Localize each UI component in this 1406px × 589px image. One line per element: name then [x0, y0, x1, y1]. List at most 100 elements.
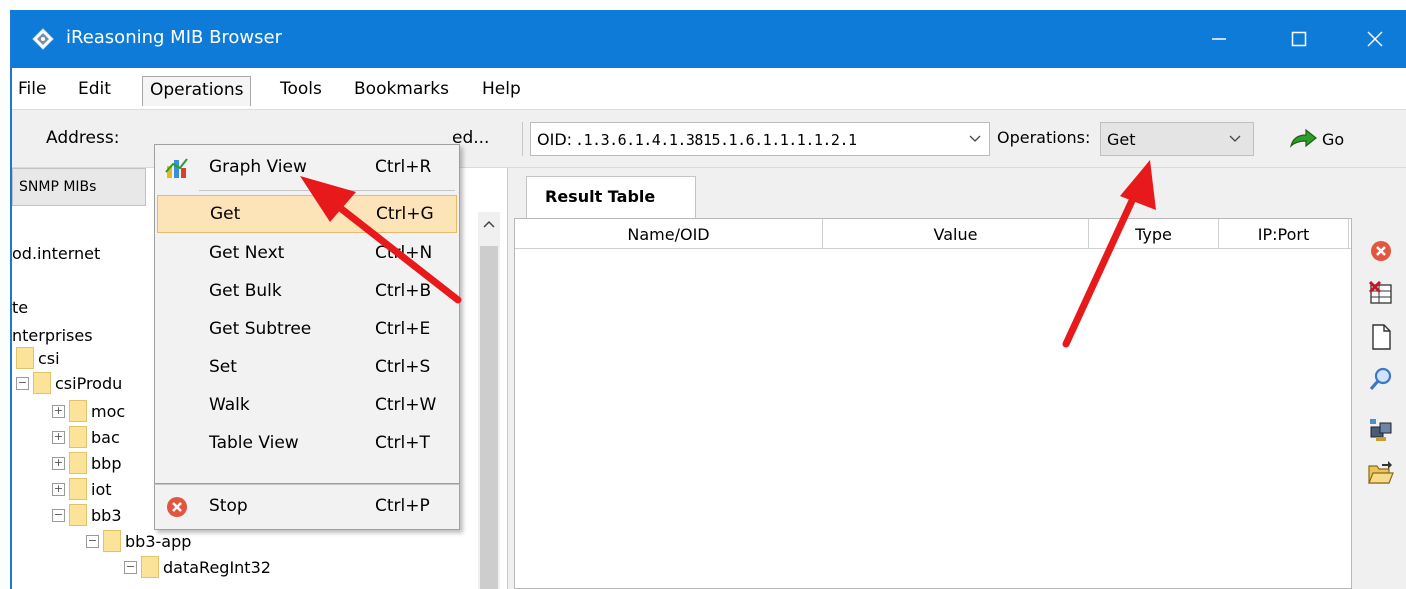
network-button[interactable] [1364, 414, 1398, 448]
delete-table-icon [1369, 281, 1392, 304]
menu-item-shortcut: Ctrl+R [375, 157, 432, 177]
tree-node[interactable]: te [12, 296, 28, 318]
expand-icon[interactable]: + [52, 482, 65, 496]
tree-node[interactable]: − bb3-app [86, 530, 191, 552]
oid-label: OID: [537, 130, 573, 149]
folder-icon [33, 372, 51, 394]
menu-item-shortcut: Ctrl+E [375, 319, 431, 339]
open-folder-icon [1368, 461, 1394, 484]
tree-node[interactable]: + bbp [52, 452, 121, 474]
menu-separator [199, 190, 455, 191]
tree-node[interactable]: − dataRegInt32 [124, 556, 271, 578]
tree-node[interactable]: nterprises [12, 324, 93, 346]
tree-node[interactable]: od.internet [12, 242, 100, 264]
operations-value: Get [1107, 130, 1136, 149]
operations-dropdown-menu: Graph View Ctrl+R Get Ctrl+G Get Next Ct… [154, 144, 460, 484]
open-button[interactable] [1364, 456, 1398, 490]
tree-node-label: bbp [91, 453, 122, 473]
address-label: Address: [46, 128, 120, 148]
clear-table-button[interactable] [1364, 276, 1398, 310]
menu-item-label: Get Subtree [209, 319, 312, 339]
menu-item-label: Get [210, 204, 241, 224]
expand-icon[interactable]: + [52, 404, 65, 418]
collapse-icon[interactable]: − [86, 534, 99, 548]
tab-result-table[interactable]: Result Table [526, 176, 696, 218]
column-header-value[interactable]: Value [823, 219, 1089, 249]
tree-node[interactable]: + iot [52, 478, 112, 500]
folder-icon [141, 556, 159, 578]
tree-node-label: dataRegInt32 [163, 557, 271, 577]
menu-item-label: Table View [209, 433, 299, 453]
find-button[interactable] [1364, 362, 1398, 396]
minimize-icon [1212, 38, 1226, 40]
search-icon [1369, 367, 1392, 391]
expand-icon[interactable]: + [52, 430, 65, 444]
tree-node-label: iot [91, 479, 112, 499]
tree-node[interactable]: + moc [52, 400, 125, 422]
menu-item-set[interactable]: Set Ctrl+S [157, 349, 457, 387]
menu-item-get-next[interactable]: Get Next Ctrl+N [157, 235, 457, 273]
menu-bar: File Edit Operations Tools Bookmarks Hel… [12, 68, 1406, 110]
column-header-type[interactable]: Type [1089, 219, 1219, 249]
operations-label: Operations: [997, 128, 1091, 147]
close-button[interactable] [1344, 10, 1406, 68]
menu-item-walk[interactable]: Walk Ctrl+W [157, 387, 457, 425]
tree-node[interactable]: csi [16, 347, 60, 369]
menu-item-get[interactable]: Get Ctrl+G [157, 195, 457, 233]
tree-node[interactable]: + bac [52, 426, 120, 448]
new-document-icon [1372, 324, 1391, 350]
result-table: Name/OID Value Type IP:Port [514, 218, 1352, 589]
tree-node[interactable]: − bb3 [52, 504, 122, 526]
folder-icon [16, 347, 34, 369]
menu-help[interactable]: Help [482, 76, 521, 106]
menu-item-label: Set [209, 357, 237, 377]
tree-node-label: moc [91, 401, 126, 421]
menu-item-get-subtree[interactable]: Get Subtree Ctrl+E [157, 311, 457, 349]
tree-node-label: csi [38, 348, 60, 368]
collapse-icon[interactable]: − [16, 376, 29, 390]
operations-select[interactable]: Get [1100, 122, 1254, 156]
tree-scrollbar[interactable] [478, 212, 500, 589]
go-button[interactable]: Go [1288, 122, 1344, 156]
chevron-down-icon [1229, 135, 1241, 142]
collapse-icon[interactable]: − [124, 560, 137, 574]
oid-combobox[interactable]: OID: .1.3.6.1.4.1.3815.1.6.1.1.1.1.2.1 [530, 122, 990, 156]
scroll-thumb[interactable] [480, 246, 498, 589]
toolbar-separator [522, 122, 523, 156]
maximize-button[interactable] [1268, 10, 1330, 68]
menu-item-graph-view[interactable]: Graph View Ctrl+R [157, 149, 457, 187]
menu-item-table-view[interactable]: Table View Ctrl+T [157, 425, 457, 463]
stop-button[interactable] [1364, 234, 1398, 268]
chevron-down-icon[interactable] [969, 135, 981, 143]
go-label: Go [1322, 129, 1345, 149]
menu-edit[interactable]: Edit [78, 76, 111, 106]
window-title: iReasoning MIB Browser [66, 27, 283, 48]
folder-icon [103, 530, 121, 552]
menu-item-stop[interactable]: Stop Ctrl+P [157, 488, 457, 526]
menu-bookmarks[interactable]: Bookmarks [354, 76, 449, 106]
menu-item-get-bulk[interactable]: Get Bulk Ctrl+B [157, 273, 457, 311]
collapse-icon[interactable]: − [52, 508, 65, 522]
menu-file[interactable]: File [18, 76, 46, 106]
folder-icon [69, 452, 87, 474]
oid-input[interactable]: .1.3.6.1.4.1.3815.1.6.1.1.1.1.2.1 [575, 131, 857, 149]
column-header-name-oid[interactable]: Name/OID [515, 219, 823, 249]
menu-operations[interactable]: Operations [142, 76, 252, 106]
menu-item-shortcut: Ctrl+G [376, 204, 434, 224]
operations-dropdown-menu-tail: Stop Ctrl+P [154, 484, 460, 530]
column-header-ip-port[interactable]: IP:Port [1219, 219, 1349, 249]
tree-node-label: csiProdu [55, 373, 123, 393]
graph-icon [165, 158, 188, 178]
folder-icon [69, 400, 87, 422]
scroll-up-icon[interactable] [483, 220, 495, 228]
tree-node[interactable]: − csiProdu [16, 372, 122, 394]
app-logo-icon [32, 28, 54, 50]
go-arrow-icon [1289, 128, 1317, 148]
expand-icon[interactable]: + [52, 456, 65, 470]
new-document-button[interactable] [1364, 320, 1398, 354]
menu-tools[interactable]: Tools [280, 76, 322, 106]
minimize-button[interactable] [1188, 10, 1250, 68]
close-icon [1367, 31, 1383, 47]
tab-snmp-mibs[interactable]: SNMP MIBs [12, 168, 146, 206]
menu-item-shortcut: Ctrl+B [375, 281, 432, 301]
